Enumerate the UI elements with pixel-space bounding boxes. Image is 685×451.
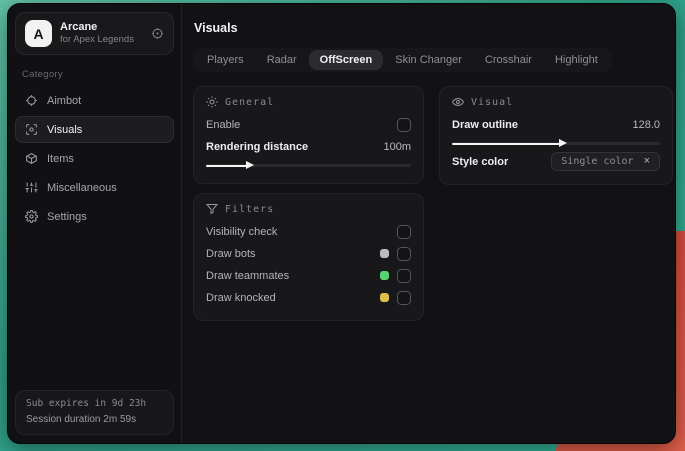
sidebar-item-visuals[interactable]: Visuals xyxy=(15,116,174,143)
style-color-label: Style color xyxy=(452,155,509,168)
enable-checkbox[interactable] xyxy=(397,117,411,132)
sidebar-item-settings[interactable]: Settings xyxy=(15,203,174,230)
draw-bots-checkbox[interactable] xyxy=(397,246,411,261)
draw-bots-label: Draw bots xyxy=(206,247,256,260)
tab-skin-changer[interactable]: Skin Changer xyxy=(384,50,473,70)
draw-bots-color-swatch[interactable] xyxy=(380,249,389,258)
panel-title: Visual xyxy=(471,96,514,108)
slider-thumb[interactable] xyxy=(246,161,254,169)
panel-title: General xyxy=(225,96,275,108)
sun-icon xyxy=(206,96,218,108)
sidebar-item-label: Visuals xyxy=(47,123,83,136)
visibility-check-label: Visibility check xyxy=(206,225,278,238)
panel-title: Filters xyxy=(225,203,275,215)
tab-crosshair[interactable]: Crosshair xyxy=(474,50,543,70)
funnel-icon xyxy=(206,203,218,215)
draw-outline-slider[interactable] xyxy=(452,139,660,147)
sidebar-item-aimbot[interactable]: Aimbot xyxy=(15,87,174,114)
slider-thumb[interactable] xyxy=(559,139,568,147)
draw-outline-row: Draw outline 128.0 xyxy=(452,114,660,135)
draw-knocked-row: Draw knocked xyxy=(206,287,411,308)
rendering-distance-slider[interactable] xyxy=(206,161,411,169)
filters-panel: Filters Visibility check Draw bots Draw … xyxy=(193,193,424,321)
tab-players[interactable]: Players xyxy=(196,50,255,70)
draw-teammates-color-swatch[interactable] xyxy=(380,271,389,280)
focus-target-icon[interactable] xyxy=(151,27,164,40)
main-content: Visuals Players Radar OffScreen Skin Cha… xyxy=(182,4,675,443)
draw-teammates-label: Draw teammates xyxy=(206,269,290,282)
draw-outline-label: Draw outline xyxy=(452,118,519,131)
visibility-check-row: Visibility check xyxy=(206,221,411,242)
sidebar-item-label: Items xyxy=(47,152,74,165)
session-duration-text: Session duration 2m 59s xyxy=(26,413,137,425)
style-color-row: Style color Single color × xyxy=(452,151,660,172)
tab-highlight[interactable]: Highlight xyxy=(544,50,609,70)
visual-panel: Visual Draw outline 128.0 Style color Si… xyxy=(439,86,673,185)
app-title: Arcane xyxy=(60,20,98,33)
crosshair-icon xyxy=(25,94,38,107)
sidebar-item-miscellaneous[interactable]: Miscellaneous xyxy=(15,174,174,201)
sidebar-item-label: Aimbot xyxy=(47,94,82,107)
enable-label: Enable xyxy=(206,118,241,131)
app-subtitle: for Apex Legends xyxy=(60,34,134,46)
style-color-select[interactable]: Single color × xyxy=(551,152,660,171)
sidebar-item-label: Miscellaneous xyxy=(47,181,117,194)
sidebar: A Arcane for Apex Legends Category Aimbo… xyxy=(8,4,182,443)
draw-outline-value: 128.0 xyxy=(632,118,660,131)
style-color-value: Single color xyxy=(561,156,634,167)
draw-teammates-row: Draw teammates xyxy=(206,265,411,286)
tab-offscreen[interactable]: OffScreen xyxy=(308,50,384,70)
close-icon[interactable]: × xyxy=(644,156,650,167)
sidebar-item-items[interactable]: Items xyxy=(15,145,174,172)
draw-knocked-label: Draw knocked xyxy=(206,291,276,304)
subscription-card: Sub expires in 9d 23h Session duration 2… xyxy=(15,389,174,435)
rendering-distance-row: Rendering distance 100m xyxy=(206,136,411,157)
app-header-card: A Arcane for Apex Legends xyxy=(15,12,174,55)
app-logo: A xyxy=(25,20,52,47)
sliders-icon xyxy=(25,181,38,194)
sidebar-nav: Aimbot Visuals Items Miscellaneous Setti… xyxy=(15,87,174,230)
eye-scan-icon xyxy=(25,123,38,136)
box-icon xyxy=(25,152,38,165)
visibility-check-checkbox[interactable] xyxy=(397,224,411,239)
rendering-distance-value: 100m xyxy=(383,140,411,153)
draw-bots-row: Draw bots xyxy=(206,243,411,264)
sub-expires-text: Sub expires in 9d 23h xyxy=(26,397,147,409)
page-title: Visuals xyxy=(194,21,238,35)
general-panel: General Enable Rendering distance 100m xyxy=(193,86,424,184)
draw-teammates-checkbox[interactable] xyxy=(397,268,411,283)
rendering-distance-label: Rendering distance xyxy=(206,140,309,153)
draw-knocked-color-swatch[interactable] xyxy=(380,293,389,302)
category-label: Category xyxy=(22,69,63,80)
tab-bar: Players Radar OffScreen Skin Changer Cro… xyxy=(193,48,612,72)
app-window: A Arcane for Apex Legends Category Aimbo… xyxy=(7,3,676,444)
draw-knocked-checkbox[interactable] xyxy=(397,290,411,305)
gear-icon xyxy=(25,210,38,223)
tab-radar[interactable]: Radar xyxy=(256,50,308,70)
sidebar-item-label: Settings xyxy=(47,210,87,223)
enable-row: Enable xyxy=(206,114,411,135)
eye-icon xyxy=(452,96,464,108)
